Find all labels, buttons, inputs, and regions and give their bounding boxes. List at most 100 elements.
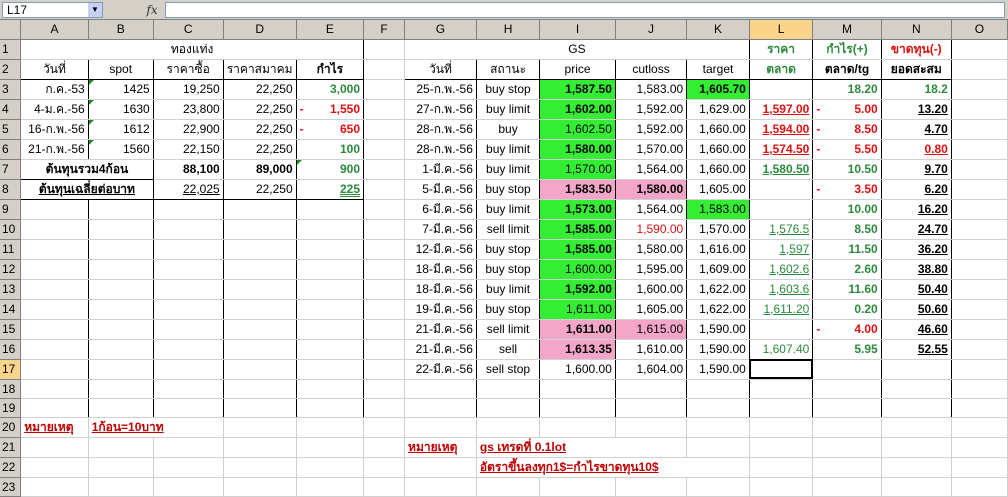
cell[interactable] — [296, 477, 365, 497]
gs-profit-loss[interactable]: 11.60 — [812, 279, 882, 300]
cell[interactable] — [223, 398, 297, 418]
cell[interactable] — [951, 79, 1008, 100]
cell[interactable] — [363, 59, 406, 80]
cell[interactable] — [153, 359, 224, 380]
cell[interactable] — [88, 259, 154, 280]
gs-cumulative[interactable]: 50.40 — [881, 279, 952, 300]
left-total-label[interactable]: ต้นทุนรวม4ก้อน — [20, 158, 154, 180]
right-note-text2[interactable]: อัตราขึ้นลงทุก1$=กำไรขาดทุน10$ — [476, 457, 750, 478]
right-note-label[interactable]: หมายเหตุ — [404, 437, 477, 458]
gs-cumulative[interactable]: 50.60 — [881, 299, 952, 320]
left-header[interactable]: ราคาซื้อ — [152, 58, 224, 80]
left-avg-profit[interactable]: 225 — [296, 179, 365, 200]
left-buy[interactable]: 19,250 — [153, 79, 224, 100]
gs-market[interactable]: 1,597.00 — [749, 99, 814, 120]
gs-date[interactable]: 5-มี.ค.-56 — [404, 179, 477, 200]
cell[interactable] — [223, 379, 297, 399]
left-header[interactable]: spot — [87, 58, 154, 80]
cell[interactable] — [88, 319, 154, 340]
cell[interactable] — [363, 39, 406, 60]
row-header[interactable]: 1 — [0, 39, 22, 60]
cell[interactable] — [951, 279, 1008, 300]
cell[interactable] — [951, 119, 1008, 140]
gs-cutloss[interactable]: 1,610.00 — [615, 339, 688, 360]
gs-profit-loss[interactable]: 10.50 — [812, 159, 882, 180]
cell[interactable] — [404, 398, 477, 418]
gs-profit-loss[interactable]: - 4.00 — [812, 319, 882, 340]
gs-price[interactable]: 1,585.00 — [539, 239, 616, 260]
cell[interactable] — [363, 339, 406, 360]
gs-cumulative[interactable]: 38.80 — [881, 259, 952, 280]
cell[interactable] — [363, 219, 406, 240]
cell[interactable] — [951, 99, 1008, 120]
cell[interactable] — [951, 179, 1008, 200]
cell[interactable] — [615, 398, 688, 418]
cell[interactable] — [951, 319, 1008, 340]
cell[interactable] — [20, 219, 89, 240]
cell[interactable] — [749, 437, 814, 458]
gs-status[interactable]: buy — [476, 119, 541, 140]
cell[interactable] — [951, 59, 1008, 80]
gs-price[interactable]: 1,585.00 — [539, 219, 616, 240]
row-header[interactable]: 12 — [0, 259, 22, 280]
cell[interactable] — [363, 199, 406, 220]
chevron-down-icon[interactable]: ▼ — [88, 3, 102, 17]
cell[interactable] — [223, 199, 297, 220]
left-buy[interactable]: 22,900 — [153, 119, 224, 140]
cell[interactable] — [476, 417, 541, 438]
gs-date[interactable]: 19-มี.ค.-56 — [404, 299, 477, 320]
cell[interactable] — [404, 379, 477, 399]
gs-target[interactable]: 1,583.00 — [686, 199, 750, 220]
gs-cutloss[interactable]: 1,564.00 — [615, 199, 688, 220]
cell[interactable] — [686, 379, 750, 399]
left-date[interactable]: ก.ค.-53 — [20, 79, 89, 100]
gs-date[interactable]: 6-มี.ค.-56 — [404, 199, 477, 220]
gs-status[interactable]: buy stop — [476, 299, 541, 320]
left-total-assoc[interactable]: 89,000 — [223, 159, 297, 180]
gs-price[interactable]: 1,611.00 — [539, 319, 616, 340]
gs-cutloss[interactable]: 1,564.00 — [615, 159, 688, 180]
gs-target[interactable]: 1,590.00 — [686, 339, 750, 360]
row-header[interactable]: 8 — [0, 179, 22, 200]
gs-cutloss[interactable]: 1,604.00 — [615, 359, 688, 380]
row-header[interactable]: 16 — [0, 339, 22, 360]
gs-profit-loss[interactable]: 2.60 — [812, 259, 882, 280]
cell[interactable] — [881, 398, 952, 418]
cell[interactable] — [951, 259, 1008, 280]
left-avg-label[interactable]: ต้นทุนเฉลี่ยต่อบาท — [20, 179, 154, 200]
column-header[interactable]: C — [153, 20, 224, 40]
cell[interactable] — [88, 359, 154, 380]
gs-status[interactable]: buy limit — [476, 99, 541, 120]
gs-profit-loss[interactable]: 0.20 — [812, 299, 882, 320]
gs-profit-loss[interactable]: - 3.50 — [812, 179, 882, 200]
gs-target[interactable]: 1,660.00 — [686, 159, 750, 180]
gs-target[interactable]: 1,570.00 — [686, 219, 750, 240]
left-date[interactable]: 4-ม.ค.-56 — [20, 99, 89, 120]
left-spot[interactable]: 1612 — [88, 119, 154, 140]
gs-price[interactable]: 1,592.00 — [539, 279, 616, 300]
cell[interactable] — [88, 437, 154, 458]
gs-market[interactable] — [749, 319, 814, 340]
gs-target[interactable]: 1,616.00 — [686, 239, 750, 260]
cell[interactable] — [812, 477, 882, 497]
cell[interactable] — [404, 477, 477, 497]
column-header[interactable]: D — [223, 20, 297, 40]
cell[interactable] — [296, 219, 365, 240]
gs-cumulative[interactable]: 16.20 — [881, 199, 952, 220]
cell[interactable] — [88, 279, 154, 300]
cell[interactable] — [812, 379, 882, 399]
left-total-buy[interactable]: 88,100 — [153, 159, 224, 180]
cell[interactable] — [363, 159, 406, 180]
row-header[interactable]: 13 — [0, 279, 22, 300]
right-header[interactable]: cutloss — [614, 58, 688, 80]
cell[interactable] — [363, 319, 406, 340]
gs-profit-loss[interactable]: 18.20 — [812, 79, 882, 100]
gs-target[interactable]: 1,660.00 — [686, 139, 750, 160]
cell[interactable] — [615, 417, 688, 438]
left-header[interactable]: วันที่ — [20, 58, 89, 80]
gs-price[interactable]: 1,600.00 — [539, 359, 616, 380]
gs-cutloss[interactable]: 1,580.00 — [615, 239, 688, 260]
cell[interactable] — [20, 259, 89, 280]
cell[interactable] — [153, 199, 224, 220]
cell[interactable] — [296, 239, 365, 260]
